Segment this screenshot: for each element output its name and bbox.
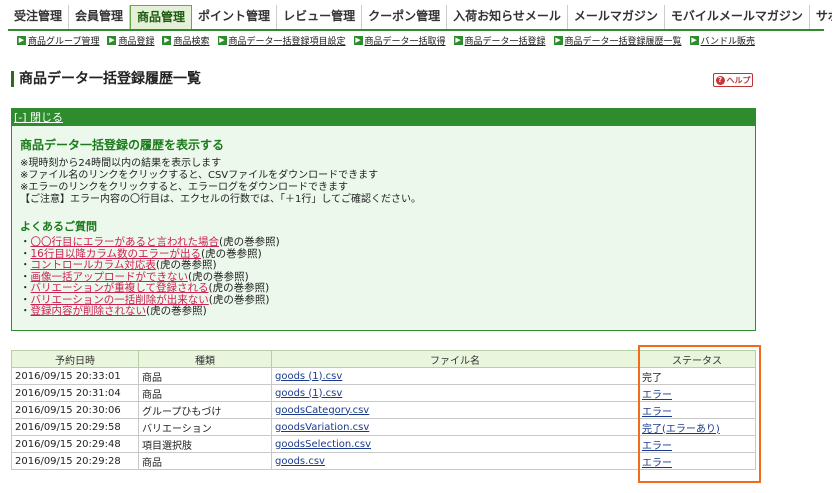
nav-mail-magazine[interactable]: メールマガジン bbox=[568, 5, 665, 29]
subnav-label[interactable]: 商品検索 bbox=[173, 34, 209, 47]
question-icon: ? bbox=[715, 75, 725, 85]
arrow-icon: ▶ bbox=[353, 35, 363, 45]
nav-mobile-mail-magazine[interactable]: モバイルメールマガジン bbox=[665, 5, 810, 29]
faq-suffix: (虎の巻参照) bbox=[208, 282, 270, 294]
file-link[interactable]: goods.csv bbox=[275, 456, 325, 467]
cell-type: 項目選択肢 bbox=[138, 435, 272, 453]
subnav-label[interactable]: 商品グループ管理 bbox=[28, 34, 99, 47]
nav-members[interactable]: 会員管理 bbox=[69, 5, 131, 29]
subnav-bulk-history[interactable]: ▶ 商品データ一括登録履歴一覧 bbox=[553, 33, 682, 47]
arrow-icon: ▶ bbox=[689, 35, 699, 45]
cell-file: goods (1).csv bbox=[271, 384, 639, 402]
subnav-bundle-sales[interactable]: ▶ バンドル販売 bbox=[689, 33, 755, 47]
close-toggle-link[interactable]: [-] 閉じる bbox=[14, 111, 63, 124]
subnav-label[interactable]: バンドル販売 bbox=[701, 34, 755, 47]
sub-nav: ▶ 商品グループ管理 ▶ 商品登録 ▶ 商品検索 ▶ 商品データ一括登録項目設定 ▶ 商品… bbox=[17, 33, 755, 47]
arrow-icon: ▶ bbox=[217, 35, 227, 45]
cell-file: goodsSelection.csv bbox=[271, 435, 639, 453]
page-title: 商品データ一括登録履歴一覧 bbox=[11, 71, 201, 87]
subnav-bulk-register[interactable]: ▶ 商品データ一括登録 bbox=[453, 33, 546, 47]
cell-time: 2016/09/15 20:29:28 bbox=[11, 452, 139, 470]
note-line: ※ファイル名のリンクをクリックすると、CSVファイルをダウンロードできます bbox=[20, 170, 379, 181]
arrow-icon: ▶ bbox=[17, 35, 26, 45]
file-link[interactable]: goodsVariation.csv bbox=[275, 422, 369, 433]
file-link[interactable]: goods (1).csv bbox=[275, 371, 342, 382]
header-type: 種類 bbox=[138, 350, 272, 368]
nav-divider bbox=[8, 29, 824, 31]
nav-coupons[interactable]: クーポン管理 bbox=[362, 5, 448, 29]
cell-time: 2016/09/15 20:29:48 bbox=[11, 435, 139, 453]
cell-type: グループひもづけ bbox=[138, 401, 272, 419]
faq-link[interactable]: 画像一括アップロードができない bbox=[31, 271, 189, 283]
info-heading: 商品データ一括登録の履歴を表示する bbox=[20, 138, 225, 152]
info-panel: [-] 閉じる 商品データ一括登録の履歴を表示する ※現時刻から24時間以内の結… bbox=[11, 108, 756, 331]
cell-file: goods.csv bbox=[271, 452, 639, 470]
subnav-bulk-export[interactable]: ▶ 商品データ一括取得 bbox=[353, 33, 446, 47]
faq-suffix: (虎の巻参照) bbox=[188, 270, 249, 283]
cell-time: 2016/09/15 20:30:06 bbox=[11, 401, 139, 419]
subnav-product-search[interactable]: ▶ 商品検索 bbox=[162, 33, 210, 47]
file-link[interactable]: goodsSelection.csv bbox=[275, 439, 371, 450]
subnav-bulk-field-settings[interactable]: ▶ 商品データ一括登録項目設定 bbox=[217, 33, 346, 47]
header-reserved-time: 予約日時 bbox=[11, 350, 139, 368]
header-filename: ファイル名 bbox=[271, 350, 639, 368]
nav-orders[interactable]: 受注管理 bbox=[8, 5, 70, 29]
subnav-product-register[interactable]: ▶ 商品登録 bbox=[107, 33, 154, 47]
status-column-highlight bbox=[638, 345, 761, 483]
cell-file: goodsVariation.csv bbox=[271, 418, 639, 436]
nav-products[interactable]: 商品管理 bbox=[130, 5, 193, 29]
nav-support[interactable]: サポート bbox=[810, 5, 832, 29]
faq-suffix: (虎の巻参照) bbox=[201, 247, 262, 260]
faq-link[interactable]: 〇〇行目にエラーがあると言われた場合 bbox=[31, 236, 219, 248]
faq-item: ・登録内容が削除されない(虎の巻参照) bbox=[20, 305, 207, 317]
arrow-icon: ▶ bbox=[553, 35, 563, 45]
top-nav: 受注管理 会員管理 商品管理 ポイント管理 レビュー管理 クーポン管理 入荷お知… bbox=[0, 0, 832, 33]
arrow-icon: ▶ bbox=[162, 35, 172, 45]
faq-suffix: (虎の巻参照) bbox=[155, 259, 217, 271]
cell-time: 2016/09/15 20:33:01 bbox=[11, 367, 139, 385]
cell-file: goodsCategory.csv bbox=[271, 401, 639, 419]
subnav-label[interactable]: 商品データ一括登録項目設定 bbox=[229, 34, 346, 47]
faq-link[interactable]: バリエーションが重複して登録される bbox=[31, 282, 209, 294]
faq-link[interactable]: 16行目以降カラム数のエラーが出る bbox=[31, 248, 202, 260]
note-line: ※現時刻から24時間以内の結果を表示します bbox=[20, 158, 222, 169]
subnav-label[interactable]: 商品データ一括登録 bbox=[465, 34, 546, 47]
faq-list: ・〇〇行目にエラーがあると言われた場合(虎の巻参照) ・16行目以降カラム数のエ… bbox=[20, 236, 280, 318]
subnav-label[interactable]: 商品データ一括取得 bbox=[365, 34, 446, 47]
top-nav-bar: 受注管理 会員管理 商品管理 ポイント管理 レビュー管理 クーポン管理 入荷お知… bbox=[8, 5, 832, 29]
faq-heading: よくあるご質問 bbox=[20, 220, 97, 233]
faq-link[interactable]: コントロールカラム対応表 bbox=[31, 259, 156, 271]
cell-time: 2016/09/15 20:31:04 bbox=[11, 384, 139, 402]
info-notes: ※現時刻から24時間以内の結果を表示します ※ファイル名のリンクをクリックすると… bbox=[20, 158, 421, 206]
cell-file: goods (1).csv bbox=[271, 367, 639, 385]
nav-restock-mail[interactable]: 入荷お知らせメール bbox=[447, 5, 568, 29]
file-link[interactable]: goodsCategory.csv bbox=[275, 405, 369, 416]
info-panel-header: [-] 閉じる bbox=[12, 109, 755, 126]
subnav-group-management[interactable]: ▶ 商品グループ管理 bbox=[17, 33, 99, 47]
faq-link[interactable]: バリエーションの一括削除が出来ない bbox=[31, 294, 209, 306]
help-button[interactable]: ? ヘルプ bbox=[713, 73, 753, 87]
cell-time: 2016/09/15 20:29:58 bbox=[11, 418, 139, 436]
cell-type: 商品 bbox=[138, 384, 272, 402]
help-label: ヘルプ bbox=[726, 75, 751, 85]
arrow-icon: ▶ bbox=[107, 35, 117, 45]
subnav-label[interactable]: 商品登録 bbox=[118, 34, 154, 47]
nav-points[interactable]: ポイント管理 bbox=[192, 5, 278, 29]
faq-link[interactable]: 登録内容が削除されない bbox=[31, 305, 147, 317]
nav-reviews[interactable]: レビュー管理 bbox=[277, 5, 363, 29]
faq-suffix: (虎の巻参照) bbox=[146, 305, 207, 317]
arrow-icon: ▶ bbox=[453, 35, 463, 45]
file-link[interactable]: goods (1).csv bbox=[275, 388, 342, 399]
subnav-label[interactable]: 商品データ一括登録履歴一覧 bbox=[565, 34, 682, 47]
faq-suffix: (虎の巻参照) bbox=[208, 293, 270, 306]
cell-type: 商品 bbox=[138, 367, 272, 385]
faq-suffix: (虎の巻参照) bbox=[218, 236, 280, 248]
cell-type: 商品 bbox=[138, 452, 272, 470]
note-line: 【ご注意】エラー内容の〇行目は、エクセルの行数では、「＋1行」してご確認ください… bbox=[20, 194, 422, 205]
note-line: ※エラーのリンクをクリックすると、エラーログをダウンロードできます bbox=[20, 182, 348, 193]
cell-type: バリエーション bbox=[138, 418, 272, 436]
